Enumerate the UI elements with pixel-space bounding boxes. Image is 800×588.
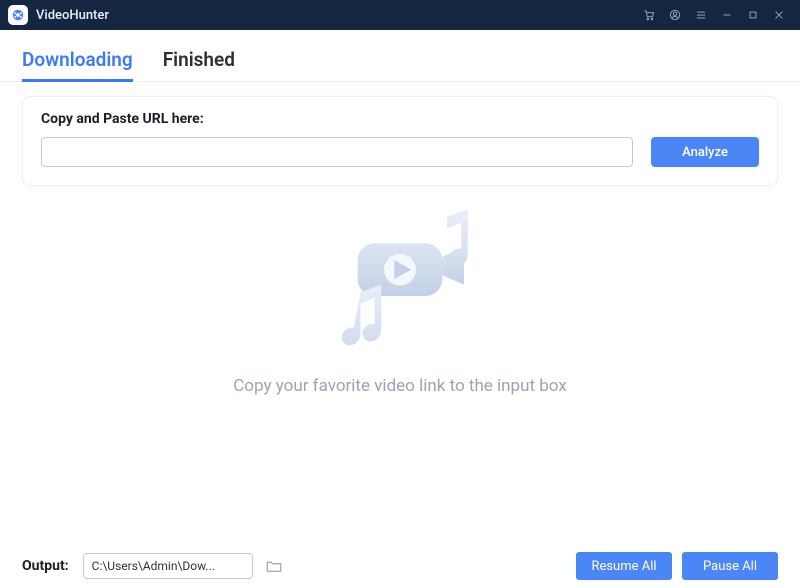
minimize-icon[interactable] — [714, 0, 740, 30]
empty-illustration-icon — [305, 200, 495, 360]
app-logo-icon — [8, 5, 28, 25]
output-path-field[interactable]: C:\Users\Admin\Dow... — [83, 553, 253, 579]
cart-icon[interactable] — [636, 0, 662, 30]
tab-finished[interactable]: Finished — [163, 48, 235, 81]
tab-downloading[interactable]: Downloading — [22, 48, 133, 81]
maximize-icon[interactable] — [740, 0, 766, 30]
url-label: Copy and Paste URL here: — [41, 111, 759, 127]
tabs: Downloading Finished — [0, 30, 800, 82]
menu-icon[interactable] — [688, 0, 714, 30]
url-input[interactable] — [41, 137, 633, 167]
account-icon[interactable] — [662, 0, 688, 30]
footer: Output: C:\Users\Admin\Dow... Resume All… — [0, 544, 800, 588]
open-folder-icon[interactable] — [263, 555, 285, 577]
pause-all-button[interactable]: Pause All — [682, 552, 778, 580]
analyze-button[interactable]: Analyze — [651, 137, 759, 167]
empty-text: Copy your favorite video link to the inp… — [233, 376, 567, 396]
close-icon[interactable] — [766, 0, 792, 30]
empty-state: Copy your favorite video link to the inp… — [0, 200, 800, 396]
url-card: Copy and Paste URL here: Analyze — [22, 96, 778, 186]
resume-all-button[interactable]: Resume All — [576, 552, 672, 580]
app-title: VideoHunter — [36, 8, 109, 23]
titlebar: VideoHunter — [0, 0, 800, 30]
output-label: Output: — [22, 558, 69, 574]
